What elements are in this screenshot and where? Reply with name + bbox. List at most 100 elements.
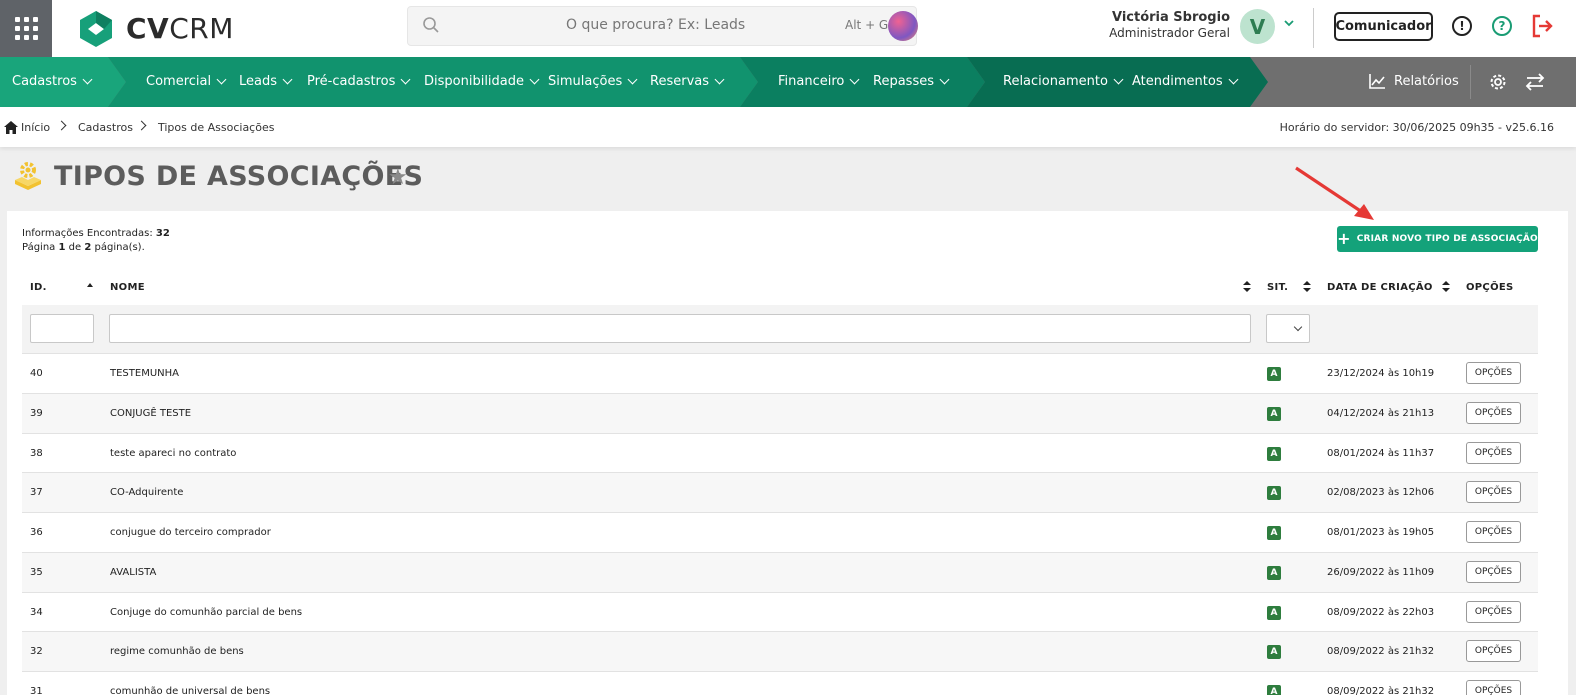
cell-created: 08/09/2022 às 21h32 (1327, 686, 1435, 695)
table-row[interactable]: 38 teste apareci no contrato A 08/01/2024 à… (22, 432, 1538, 473)
nav-item-relatorios[interactable]: Relatórios (1368, 72, 1459, 90)
name-filter-input[interactable] (109, 314, 1251, 343)
cell-name: TESTEMUNHA (110, 368, 179, 379)
chevron-down-icon[interactable] (1283, 17, 1295, 29)
nav-item-relacionamento[interactable]: Relacionamento (1003, 74, 1124, 89)
id-filter-input[interactable] (30, 314, 94, 343)
status-badge: A (1267, 605, 1281, 620)
apps-grid-icon (14, 17, 38, 40)
logout-icon[interactable] (1530, 13, 1554, 39)
table-row[interactable]: 40 TESTEMUNHA A 23/12/2024 às 10h19 OPÇÕES (22, 353, 1538, 393)
search-shortcut: Alt + G (845, 18, 889, 32)
results-info: Informações Encontradas: 32 Página 1 de … (22, 228, 170, 253)
options-button[interactable]: OPÇÕES (1466, 441, 1521, 464)
nav-item-reservas[interactable]: Reservas (650, 74, 725, 89)
cell-name: conjugue do terceiro comprador (110, 527, 271, 538)
breadcrumb-current: Tipos de Associações (158, 121, 275, 134)
search-placeholder: O que procura? Ex: Leads (566, 17, 746, 33)
breadcrumb-home[interactable]: Início (21, 121, 50, 134)
options-button[interactable]: OPÇÕES (1466, 362, 1521, 384)
swap-icon[interactable] (1524, 72, 1546, 92)
nav-item-atendimentos[interactable]: Atendimentos (1132, 74, 1239, 89)
table-row[interactable]: 35 AVALISTA A 26/09/2022 às 11h09 OPÇÕES (22, 551, 1538, 592)
nav-item-disponibilidade[interactable]: Disponibilidade (424, 74, 540, 89)
nav-segment-financial (740, 57, 985, 107)
app-logo[interactable]: CVCRM (76, 9, 234, 49)
chevron-down-icon (714, 74, 725, 85)
comunicador-button[interactable]: Comunicador (1334, 12, 1433, 41)
column-header-name[interactable]: NOME (110, 282, 145, 293)
user-role: Administrador Geral (1109, 26, 1230, 40)
options-button[interactable]: OPÇÕES (1466, 640, 1521, 663)
cell-id: 38 (30, 447, 43, 459)
sort-icon[interactable] (1303, 281, 1311, 293)
chevron-down-icon (849, 74, 860, 85)
cell-name: AVALISTA (110, 566, 157, 578)
table-row[interactable]: 31 comunhão de universal de bens A 08/09/20… (22, 671, 1538, 695)
nav-item-simulacoes[interactable]: Simulações (548, 74, 638, 89)
cell-created: 02/08/2023 às 12h06 (1327, 487, 1435, 499)
chevron-down-icon (939, 74, 950, 85)
status-badge: A (1267, 645, 1281, 660)
breadcrumb-cadastros[interactable]: Cadastros (78, 121, 133, 134)
cell-created: 04/12/2024 às 21h13 (1327, 407, 1435, 419)
cell-id: 36 (30, 527, 43, 538)
options-button[interactable]: OPÇÕES (1466, 680, 1521, 695)
create-association-type-button[interactable]: + CRIAR NOVO TIPO DE ASSOCIAÇÃO (1337, 226, 1538, 252)
chevron-down-icon (1113, 74, 1124, 85)
nav-item-cadastros[interactable]: Cadastros (12, 74, 93, 89)
options-button[interactable]: OPÇÕES (1466, 521, 1521, 543)
cell-name: CO-Adquirente (110, 487, 184, 499)
assistant-orb-icon[interactable] (888, 11, 918, 41)
logo-mark-icon (80, 10, 112, 47)
status-badge: A (1267, 526, 1281, 540)
cell-created: 26/09/2022 às 11h09 (1327, 566, 1435, 578)
cell-created: 08/09/2022 às 21h32 (1327, 646, 1435, 658)
sort-ascending-icon[interactable] (87, 283, 93, 287)
nav-item-leads[interactable]: Leads (239, 74, 293, 89)
breadcrumb: Início Cadastros Tipos de Associações Ho… (0, 107, 1576, 147)
table-row[interactable]: 39 CONJUGÊ TESTE A 04/12/2024 às 21h13 OPÇÕE… (22, 392, 1538, 433)
cell-created: 23/12/2024 às 10h19 (1327, 368, 1435, 379)
sort-icon[interactable] (1442, 281, 1450, 293)
options-button[interactable]: OPÇÕES (1466, 401, 1521, 424)
header-divider (1313, 8, 1314, 48)
cell-id: 31 (30, 686, 43, 695)
chevron-down-icon (216, 74, 227, 85)
star-icon[interactable]: ★ (388, 165, 408, 190)
search-bar[interactable]: O que procura? Ex: Leads Alt + G (407, 6, 918, 46)
table-row[interactable]: 36 conjugue do terceiro comprador A 08/01/2… (22, 512, 1538, 552)
nav-item-repasses[interactable]: Repasses (873, 74, 950, 89)
nav-item-financeiro[interactable]: Financeiro (778, 74, 860, 89)
status-filter-select[interactable] (1266, 314, 1310, 343)
table-row[interactable]: 34 Conjuge do comunhão parcial de bens A 08… (22, 591, 1538, 632)
avatar[interactable]: V (1240, 9, 1275, 44)
info-icon[interactable]: ! (1452, 16, 1472, 36)
column-header-created[interactable]: DATA DE CRIAÇÃO (1327, 282, 1433, 293)
sort-icon[interactable] (1243, 281, 1251, 293)
chevron-down-icon (82, 74, 93, 85)
column-header-options: OPÇÕES (1466, 282, 1514, 293)
table-row[interactable]: 37 CO-Adquirente A 02/08/2023 às 12h06 OPÇÕE… (22, 472, 1538, 513)
chevron-right-icon (56, 120, 67, 131)
options-button[interactable]: OPÇÕES (1466, 481, 1521, 504)
nav-item-pre-cadastros[interactable]: Pré-cadastros (307, 74, 411, 89)
page-title: TIPOS DE ASSOCIAÇÕES (54, 161, 424, 192)
column-header-status[interactable]: SIT. (1267, 282, 1288, 293)
cell-id: 34 (30, 606, 43, 618)
column-header-id[interactable]: ID. (30, 282, 47, 293)
user-info[interactable]: Victória Sbrogio Administrador Geral (1109, 10, 1230, 40)
table-row[interactable]: 32 regime comunhão de bens A 08/09/2022 às … (22, 631, 1538, 672)
cell-created: 08/01/2023 às 19h05 (1327, 527, 1435, 538)
nav-item-comercial[interactable]: Comercial (146, 74, 227, 89)
status-badge: A (1267, 406, 1281, 421)
gear-icon[interactable] (1488, 72, 1508, 92)
options-button[interactable]: OPÇÕES (1466, 600, 1521, 623)
user-name: Victória Sbrogio (1111, 10, 1230, 25)
options-button[interactable]: OPÇÕES (1466, 560, 1521, 583)
status-badge: A (1267, 367, 1281, 381)
home-icon[interactable] (4, 121, 18, 134)
plus-icon: + (1337, 228, 1351, 248)
help-icon[interactable]: ? (1492, 16, 1512, 36)
apps-grid-button[interactable] (0, 0, 52, 57)
